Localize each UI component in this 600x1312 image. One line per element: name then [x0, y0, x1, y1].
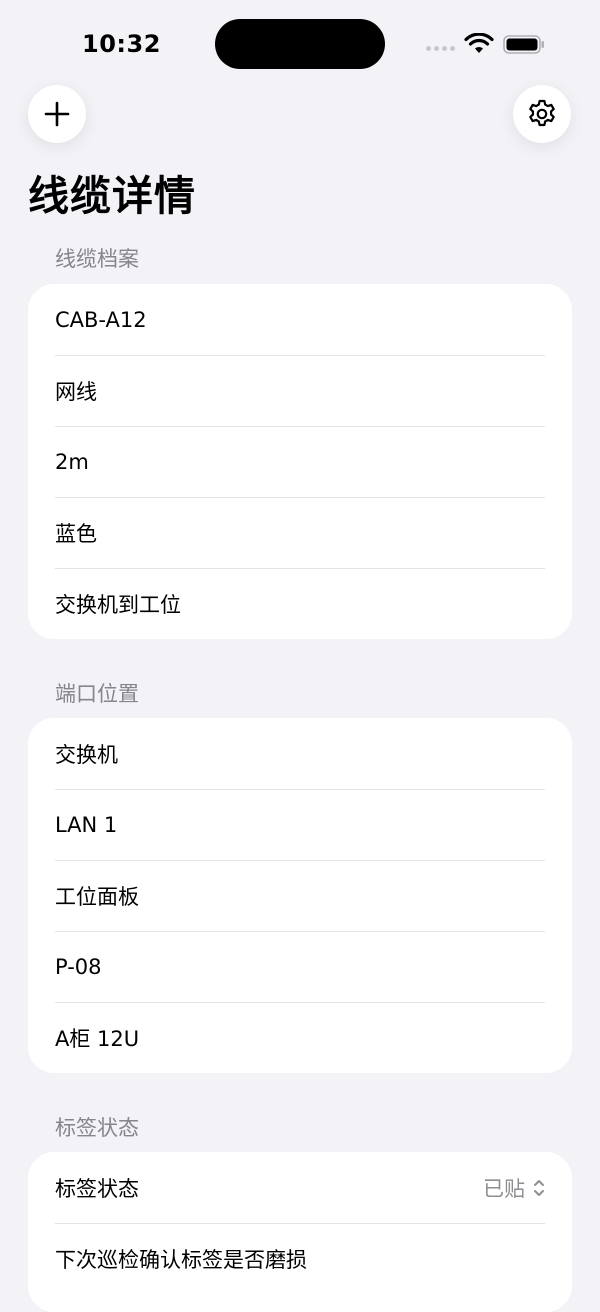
cable-length-row[interactable]: 2m [28, 426, 572, 497]
status-time: 10:32 [82, 30, 161, 58]
label-status-picker-row[interactable]: 标签状态 已贴 [28, 1152, 572, 1223]
target-device-row[interactable]: 工位面板 [28, 860, 572, 931]
dynamic-island [215, 19, 385, 69]
gear-icon [529, 99, 555, 127]
port-location-card: 交换机 LAN 1 工位面板 P-08 A柜 12U [28, 718, 572, 1073]
label-status-label: 标签状态 [55, 1176, 139, 1201]
label-status-card: 标签状态 已贴 下次巡检确认标签是否磨损 [28, 1152, 572, 1312]
status-bar: 10:32 [0, 0, 600, 88]
add-button[interactable] [28, 85, 86, 143]
inspection-note-row[interactable]: 下次巡检确认标签是否磨损 [28, 1223, 572, 1294]
section-header-label-status: 标签状态 [55, 1116, 139, 1140]
page-title: 线缆详情 [28, 172, 196, 220]
settings-button[interactable] [513, 85, 571, 143]
cable-type-row[interactable]: 网线 [28, 355, 572, 426]
source-port-row[interactable]: LAN 1 [28, 789, 572, 860]
wifi-icon [464, 33, 494, 53]
source-device-row[interactable]: 交换机 [28, 718, 572, 789]
target-port-row[interactable]: P-08 [28, 931, 572, 1002]
cable-id-row[interactable]: CAB-A12 [28, 284, 572, 355]
section-header-cable-profile: 线缆档案 [55, 247, 139, 271]
cable-profile-card: CAB-A12 网线 2m 蓝色 交换机到工位 [28, 284, 572, 639]
cable-route-row[interactable]: 交换机到工位 [28, 568, 572, 639]
label-status-value: 已贴 [483, 1176, 525, 1201]
section-header-port-location: 端口位置 [55, 682, 139, 706]
battery-icon [503, 35, 544, 54]
chevron-up-down-icon [534, 1179, 544, 1196]
label-status-picker[interactable]: 已贴 [483, 1173, 545, 1203]
cable-color-row[interactable]: 蓝色 [28, 497, 572, 568]
cellular-signal-icon [426, 46, 455, 51]
plus-icon [44, 101, 70, 127]
rack-position-row[interactable]: A柜 12U [28, 1002, 572, 1073]
